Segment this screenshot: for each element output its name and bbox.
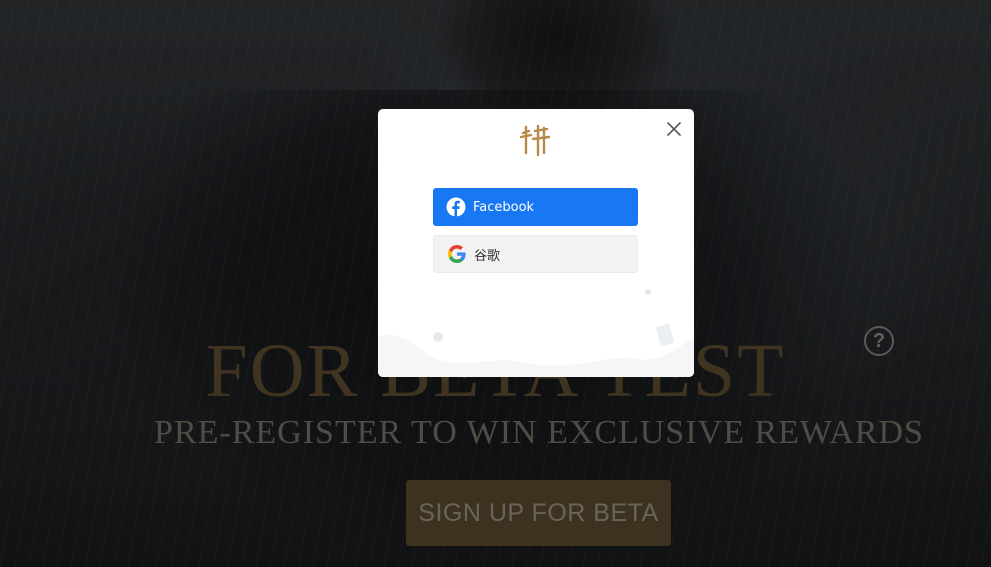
- google-icon: [448, 245, 466, 263]
- modal-decoration: [378, 289, 694, 377]
- google-login-label: 谷歌: [474, 248, 501, 264]
- game-logo-icon: [519, 124, 551, 157]
- login-modal: Facebook 谷歌: [378, 109, 694, 377]
- close-button[interactable]: [664, 119, 684, 139]
- facebook-login-button[interactable]: Facebook: [433, 188, 638, 226]
- facebook-icon: [446, 197, 466, 217]
- facebook-login-label: Facebook: [473, 199, 535, 215]
- google-login-button[interactable]: 谷歌: [433, 235, 638, 273]
- close-icon: [667, 122, 681, 136]
